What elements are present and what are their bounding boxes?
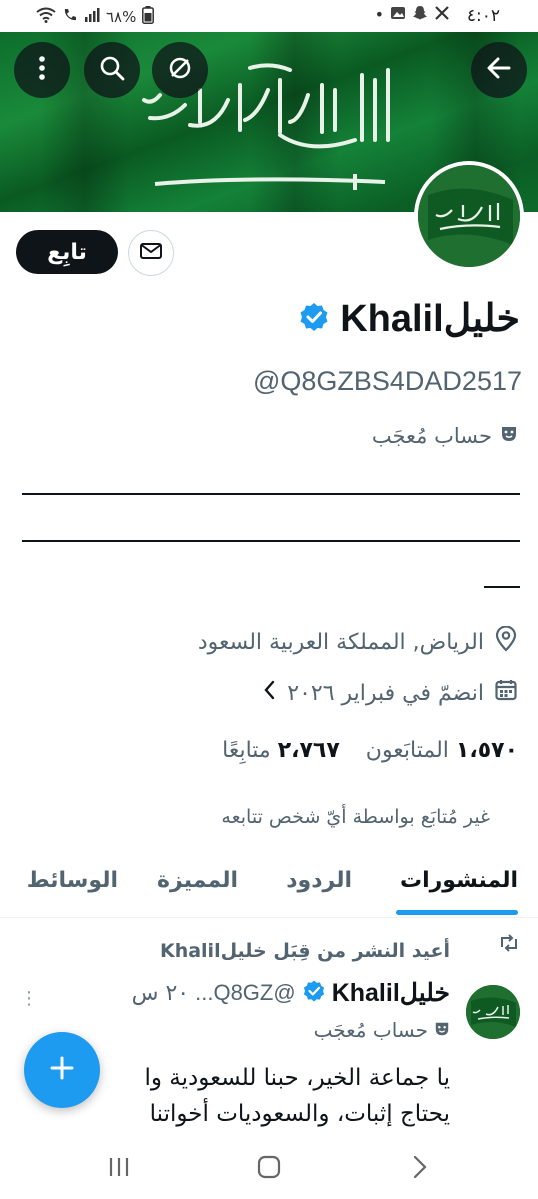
notification-icons: • xyxy=(375,5,450,25)
search-button[interactable] xyxy=(84,42,140,98)
battery-text: ٦٨% xyxy=(106,8,137,26)
tab-posts[interactable]: المنشورات xyxy=(400,868,518,893)
message-button[interactable] xyxy=(128,230,174,276)
verified-badge-icon xyxy=(302,979,326,1007)
recent-apps-button[interactable] xyxy=(104,1152,134,1186)
system-navigation-bar xyxy=(0,1142,538,1199)
bio-line xyxy=(22,493,520,495)
flag-sword-graphic xyxy=(154,174,386,190)
bio-line xyxy=(484,586,520,588)
location-row: الرياض, المملكة العربية السعود xyxy=(197,625,518,658)
more-button[interactable] xyxy=(14,42,70,98)
wifi-icon xyxy=(36,7,56,27)
chevron-right-icon xyxy=(263,679,277,707)
tab-media[interactable]: الوسائط xyxy=(27,868,118,893)
gallery-icon xyxy=(390,5,406,25)
calendar-icon xyxy=(494,678,518,708)
joined-text: انضمّ في فبراير ٢٠٢٦ xyxy=(287,680,484,706)
plus-icon xyxy=(48,1054,76,1086)
clock: ٤:٠٢ xyxy=(466,6,500,26)
following-count: ٢،٧٦٧ xyxy=(277,738,340,763)
profile-name: خليلKhalil xyxy=(340,298,520,340)
following-link[interactable]: ٢،٧٦٧ متابِعًا xyxy=(222,738,340,763)
compose-button[interactable] xyxy=(24,1032,100,1108)
mail-icon xyxy=(139,241,163,265)
dot-icon: • xyxy=(374,5,384,24)
signal-icon xyxy=(84,8,100,26)
arrow-left-icon xyxy=(485,54,513,86)
snapchat-icon xyxy=(412,5,428,25)
following-label: متابِعًا xyxy=(222,738,271,763)
follow-button[interactable]: تابِع xyxy=(16,230,118,274)
verified-badge-icon xyxy=(298,301,330,337)
location-pin-icon xyxy=(494,625,518,658)
tweet-avatar-flag-graphic xyxy=(466,985,520,1039)
tweet-header: خليلKhalil @Q8GZ... ٢٠ س xyxy=(132,978,450,1008)
call-icon xyxy=(62,7,78,27)
profile-tabs: المنشورات الردود المميزة الوسائط xyxy=(0,850,538,918)
bio-line xyxy=(22,540,520,542)
x-icon xyxy=(434,5,450,25)
search-icon xyxy=(98,54,126,86)
followers-count: ١،٥٧٠ xyxy=(455,738,518,763)
back-button[interactable] xyxy=(471,42,527,98)
joined-row[interactable]: انضمّ في فبراير ٢٠٢٦ xyxy=(263,678,518,708)
more-vertical-icon xyxy=(37,54,47,86)
follow-stats: ١،٥٧٠ المتابَعون ٢،٧٦٧ متابِعًا xyxy=(222,738,518,763)
tweet-parody-text: حساب مُعجَب xyxy=(313,1018,428,1042)
battery-icon xyxy=(142,6,155,28)
tweet-author-name[interactable]: خليلKhalil xyxy=(332,978,450,1008)
back-nav-button[interactable] xyxy=(404,1152,434,1186)
tweet-avatar[interactable] xyxy=(466,985,520,1039)
theater-mask-icon xyxy=(434,1018,450,1042)
tab-highlights[interactable]: المميزة xyxy=(157,868,238,893)
mute-button[interactable] xyxy=(152,42,208,98)
location-text: الرياض, المملكة العربية السعود xyxy=(197,629,484,655)
tweet-parody-label: حساب مُعجَب xyxy=(314,1018,450,1042)
profile-name-row: خليلKhalil xyxy=(298,296,520,341)
theater-mask-icon xyxy=(500,424,518,448)
avatar-flag-graphic xyxy=(418,165,520,267)
profile-avatar[interactable] xyxy=(414,161,524,271)
tweet-more-icon[interactable]: ⋮ xyxy=(20,988,38,1009)
tweet-author-handle: @Q8GZ... xyxy=(195,980,296,1005)
parody-label: حساب مُعجَب xyxy=(372,424,518,448)
mute-icon xyxy=(166,54,194,86)
not-followed-note: غير مُتابَع بواسطة أيّ شخص تتابعه xyxy=(221,806,490,828)
tweet-time: ٢٠ س xyxy=(131,980,190,1006)
repost-icon xyxy=(498,933,520,957)
active-tab-indicator xyxy=(396,910,518,915)
tab-replies[interactable]: الردود xyxy=(286,868,352,893)
status-bar: ٤:٠٢ • ٦٨% xyxy=(0,0,538,32)
profile-handle: @Q8GZBS4DAD2517 xyxy=(252,366,522,396)
followers-link[interactable]: ١،٥٧٠ المتابَعون xyxy=(366,738,518,763)
reposted-by[interactable]: أعيد النشر من قِبَل خليلKhalil xyxy=(160,940,450,962)
parody-text: حساب مُعجَب xyxy=(371,424,492,448)
followers-label: المتابَعون xyxy=(365,738,449,763)
home-button[interactable] xyxy=(254,1152,284,1186)
system-icons: ٦٨% xyxy=(36,6,155,28)
